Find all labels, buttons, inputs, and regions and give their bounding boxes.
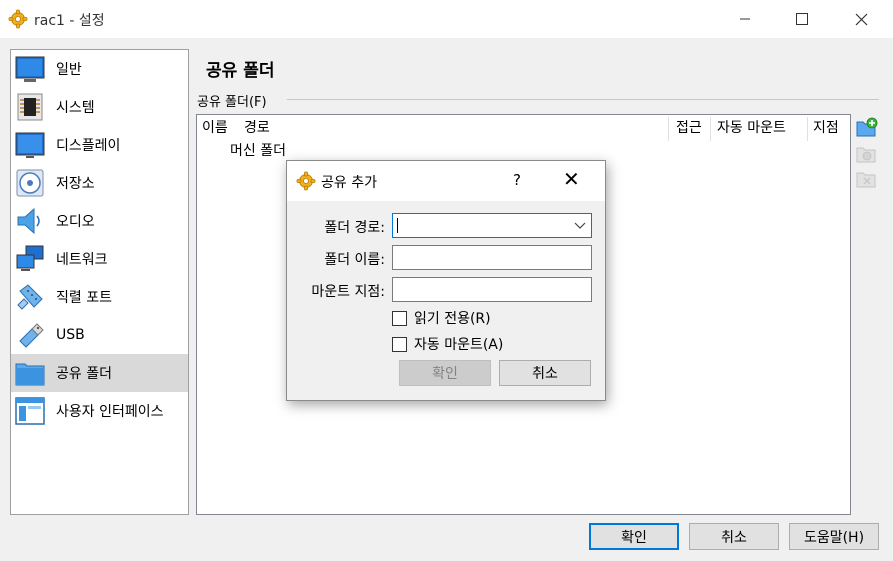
sidebar-item-label: USB <box>56 327 85 343</box>
folder-name-input[interactable] <box>392 245 592 270</box>
sidebar-item-usb[interactable]: USB <box>11 316 188 354</box>
readonly-checkbox-row[interactable]: 읽기 전용(R) <box>392 308 491 328</box>
minimize-icon <box>740 18 750 20</box>
folder-path-label: 폴더 경로: <box>324 220 385 236</box>
column-separator <box>668 117 669 141</box>
sidebar-item-label: 네트워크 <box>56 252 108 268</box>
group-divider <box>287 99 879 100</box>
close-icon <box>855 13 867 25</box>
automount-checkbox-row[interactable]: 자동 마운트(A) <box>392 334 503 354</box>
dialog-close-button[interactable]: ✕ <box>563 167 580 191</box>
edit-shared-folder-icon[interactable] <box>856 143 878 165</box>
sidebar-item-general[interactable]: 일반 <box>11 50 188 88</box>
audio-speaker-icon <box>17 207 40 235</box>
chevron-down-icon[interactable] <box>573 217 587 233</box>
settings-gear-icon <box>8 9 28 29</box>
window-titlebar: rac1 - 설정 <box>0 0 893 38</box>
cancel-button[interactable]: 취소 <box>689 523 779 550</box>
column-header-mount-point[interactable]: 지점 <box>813 117 839 139</box>
sidebar-item-serial-port[interactable]: 직렬 포트 <box>11 278 188 316</box>
sidebar-item-audio[interactable]: 오디오 <box>11 202 188 240</box>
add-shared-folder-icon[interactable] <box>856 117 878 139</box>
sidebar-item-storage[interactable]: 저장소 <box>11 164 188 202</box>
usb-icon <box>19 323 44 348</box>
sidebar-item-label: 오디오 <box>56 214 95 230</box>
serial-port-icon <box>17 284 43 310</box>
system-chip-icon <box>17 93 43 121</box>
mount-point-input[interactable] <box>392 277 592 302</box>
dialog-title: 공유 추가 <box>321 175 377 191</box>
folder-path-combobox[interactable] <box>392 213 592 238</box>
sidebar-item-label: 디스플레이 <box>56 138 121 154</box>
sidebar-item-label: 사용자 인터페이스 <box>56 404 164 420</box>
sidebar-item-display[interactable]: 디스플레이 <box>11 126 188 164</box>
dialog-help-button[interactable]: ? <box>513 171 521 189</box>
dialog-titlebar: 공유 추가 ? ✕ <box>287 161 605 201</box>
sidebar-item-label: 직렬 포트 <box>56 290 112 306</box>
network-icon <box>16 245 44 271</box>
general-icon <box>15 56 45 82</box>
display-icon <box>15 132 45 158</box>
column-separator <box>710 117 711 141</box>
window-close-button[interactable] <box>838 0 884 38</box>
column-header-access[interactable]: 접근 <box>676 117 702 139</box>
automount-label: 자동 마운트(A) <box>414 337 504 353</box>
ok-button[interactable]: 확인 <box>589 523 679 550</box>
add-share-dialog: 공유 추가 ? ✕ 폴더 경로: 폴더 이름: 마운트 지점: 읽기 전용(R)… <box>286 160 606 401</box>
remove-shared-folder-icon[interactable] <box>856 168 878 190</box>
readonly-checkbox[interactable] <box>392 310 407 326</box>
maximize-button[interactable] <box>779 0 825 38</box>
dialog-ok-button[interactable]: 확인 <box>399 360 491 386</box>
folder-name-label: 폴더 이름: <box>324 252 385 268</box>
sidebar-item-user-interface[interactable]: 사용자 인터페이스 <box>11 392 188 430</box>
maximize-icon <box>796 13 808 25</box>
storage-disc-icon <box>16 169 44 197</box>
mount-point-label: 마운트 지점: <box>311 284 385 300</box>
window-title: rac1 - 설정 <box>34 13 105 29</box>
table-row[interactable]: 머신 폴더 <box>230 140 286 160</box>
text-cursor <box>397 218 398 233</box>
sidebar-item-label: 일반 <box>56 62 82 78</box>
sidebar-item-label: 공유 폴더 <box>56 366 112 382</box>
sidebar-item-shared-folders[interactable]: 공유 폴더 <box>11 354 188 392</box>
dialog-cancel-button[interactable]: 취소 <box>499 360 591 386</box>
user-interface-icon <box>15 397 45 425</box>
readonly-label: 읽기 전용(R) <box>414 311 491 327</box>
automount-checkbox[interactable] <box>392 336 407 352</box>
column-header-name[interactable]: 이름 <box>202 117 228 139</box>
sidebar-item-system[interactable]: 시스템 <box>11 88 188 126</box>
column-header-automount[interactable]: 자동 마운트 <box>717 117 786 139</box>
settings-sidebar: 일반 시스템 디스플레이 저장소 오디오 네트워크 직렬 포트 USB 공유 폴… <box>10 49 189 515</box>
help-button[interactable]: 도움말(H) <box>789 523 879 550</box>
column-header-path[interactable]: 경로 <box>244 117 270 139</box>
group-label: 공유 폴더(F) <box>197 91 271 110</box>
settings-gear-icon <box>296 171 316 191</box>
column-separator <box>807 117 808 141</box>
sidebar-item-label: 저장소 <box>56 176 95 192</box>
sidebar-item-network[interactable]: 네트워크 <box>11 240 188 278</box>
sidebar-item-label: 시스템 <box>56 100 95 116</box>
page-title: 공유 폴더 <box>206 61 275 81</box>
shared-folder-icon <box>15 363 45 386</box>
minimize-button[interactable] <box>722 0 768 38</box>
